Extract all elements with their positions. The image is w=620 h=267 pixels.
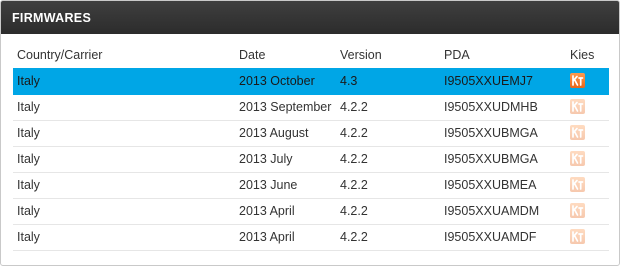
column-header-country: Country/Carrier xyxy=(17,47,103,62)
cell-version: 4.2.2 xyxy=(340,146,444,173)
cell-date: 2013 October xyxy=(239,68,340,95)
column-header-version: Version xyxy=(340,47,382,62)
cell-kies xyxy=(570,94,609,121)
table-row[interactable]: Italy 2013 October 4.3 I9505XXUEMJ7 xyxy=(13,68,609,95)
cell-kies xyxy=(570,68,609,95)
kies-icon[interactable] xyxy=(570,177,585,192)
cell-version: 4.2.2 xyxy=(340,198,444,225)
cell-kies xyxy=(570,120,609,147)
kies-icon[interactable] xyxy=(570,72,585,88)
table-row[interactable]: Italy 2013 June 4.2.2 I9505XXUBMEA xyxy=(13,172,609,199)
cell-country: Italy xyxy=(13,172,239,199)
kies-icon[interactable] xyxy=(570,203,585,218)
table-row[interactable]: Italy 2013 August 4.2.2 I9505XXUBMGA xyxy=(13,120,609,147)
table-header-row: Country/Carrier Date Version PDA Kies xyxy=(13,41,609,68)
cell-version: 4.3 xyxy=(340,68,444,95)
cell-date: 2013 April xyxy=(239,198,340,225)
firmwares-panel: FIRMWARES Country/Carrier Date Version P… xyxy=(0,0,620,266)
cell-country: Italy xyxy=(13,68,239,95)
cell-country: Italy xyxy=(13,198,239,225)
table-row[interactable]: Italy 2013 April 4.2.2 I9505XXUAMDM xyxy=(13,198,609,225)
cell-kies xyxy=(570,172,609,199)
cell-country: Italy xyxy=(13,146,239,173)
cell-version: 4.2.2 xyxy=(340,224,444,251)
cell-pda[interactable]: I9505XXUEMJ7 xyxy=(444,68,570,95)
cell-date: 2013 September xyxy=(239,94,340,121)
cell-country: Italy xyxy=(13,120,239,147)
cell-pda[interactable]: I9505XXUBMGA xyxy=(444,146,570,173)
cell-pda[interactable]: I9505XXUDMHB xyxy=(444,94,570,121)
kies-icon[interactable] xyxy=(570,229,585,244)
cell-date: 2013 June xyxy=(239,172,340,199)
kies-icon[interactable] xyxy=(570,125,585,140)
firmware-table: Country/Carrier Date Version PDA Kies It… xyxy=(13,41,609,251)
cell-version: 4.2.2 xyxy=(340,94,444,121)
cell-date: 2013 July xyxy=(239,146,340,173)
column-header-pda: PDA xyxy=(444,47,470,62)
table-row[interactable]: Italy 2013 September 4.2.2 I9505XXUDMHB xyxy=(13,94,609,121)
cell-version: 4.2.2 xyxy=(340,172,444,199)
cell-date: 2013 April xyxy=(239,224,340,251)
cell-pda[interactable]: I9505XXUAMDM xyxy=(444,198,570,225)
cell-pda[interactable]: I9505XXUAMDF xyxy=(444,224,570,251)
cell-kies xyxy=(570,224,609,251)
cell-country: Italy xyxy=(13,94,239,121)
cell-date: 2013 August xyxy=(239,120,340,147)
cell-pda[interactable]: I9505XXUBMGA xyxy=(444,120,570,147)
column-header-kies: Kies xyxy=(570,47,595,62)
cell-pda[interactable]: I9505XXUBMEA xyxy=(444,172,570,199)
panel-title: FIRMWARES xyxy=(1,1,619,34)
kies-icon[interactable] xyxy=(570,99,585,114)
table-row[interactable]: Italy 2013 April 4.2.2 I9505XXUAMDF xyxy=(13,224,609,251)
cell-kies xyxy=(570,146,609,173)
table-row[interactable]: Italy 2013 July 4.2.2 I9505XXUBMGA xyxy=(13,146,609,173)
cell-kies xyxy=(570,198,609,225)
kies-icon[interactable] xyxy=(570,151,585,166)
cell-version: 4.2.2 xyxy=(340,120,444,147)
cell-country: Italy xyxy=(13,224,239,251)
column-header-date: Date xyxy=(239,47,266,62)
